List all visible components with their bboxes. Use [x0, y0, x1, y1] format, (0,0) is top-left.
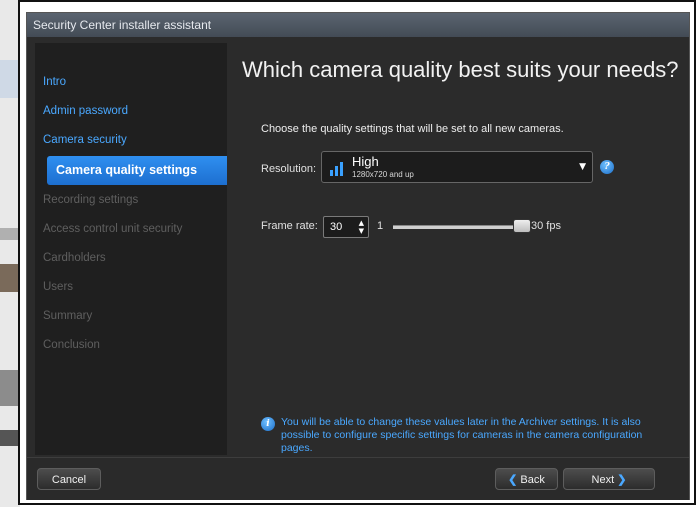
chevron-down-icon: ▼ — [579, 162, 586, 172]
chevron-right-icon: ❯ — [617, 474, 627, 486]
resolution-subtext: 1280x720 and up — [352, 170, 414, 179]
background-app-strip — [0, 0, 20, 507]
window-title: Security Center installer assistant — [27, 13, 689, 37]
nav-item-users: Users — [43, 281, 74, 293]
help-icon[interactable]: ? — [600, 160, 614, 174]
info-icon: i — [261, 417, 275, 431]
slider-thumb[interactable] — [513, 219, 531, 233]
installer-dialog: Security Center installer assistant Intr… — [26, 12, 690, 500]
frame-rate-spinner[interactable]: 30 ▲ ▼ — [323, 216, 369, 238]
frame-rate-max: 30 fps — [531, 220, 561, 232]
frame-rate-label: Frame rate: — [261, 220, 318, 232]
nav-item-camera-quality-settings[interactable]: Camera quality settings — [47, 156, 257, 185]
signal-bars-icon — [330, 160, 348, 176]
wizard-steps-nav: Intro Admin password Camera security Cam… — [35, 43, 257, 455]
next-button[interactable]: Next ❯ — [563, 468, 655, 490]
nav-item-intro[interactable]: Intro — [43, 76, 66, 88]
back-button[interactable]: ❮ Back — [495, 468, 558, 490]
nav-item-summary: Summary — [43, 310, 93, 322]
frame-rate-min: 1 — [377, 220, 384, 232]
footer-bar: Cancel ❮ Back Next ❯ — [27, 457, 689, 500]
resolution-label: Resolution: — [261, 163, 317, 175]
nav-item-cardholders: Cardholders — [43, 252, 106, 264]
nav-item-admin-password[interactable]: Admin password — [43, 105, 128, 117]
page-description: Choose the quality settings that will be… — [261, 123, 564, 135]
nav-item-camera-security[interactable]: Camera security — [43, 134, 127, 146]
page-title: Which camera quality best suits your nee… — [242, 57, 679, 82]
nav-item-recording-settings: Recording settings — [43, 194, 139, 206]
main-panel: Which camera quality best suits your nee… — [227, 43, 683, 455]
chevron-left-icon: ❮ — [508, 474, 518, 486]
frame-rate-slider[interactable] — [393, 225, 521, 229]
nav-item-conclusion: Conclusion — [43, 339, 100, 351]
spinner-arrows-icon[interactable]: ▲ ▼ — [359, 219, 364, 235]
back-label: Back — [520, 474, 545, 486]
next-label: Next — [591, 474, 615, 486]
frame-rate-value: 30 — [330, 221, 343, 233]
resolution-dropdown[interactable]: High 1280x720 and up ▼ — [321, 151, 593, 183]
info-note: You will be able to change these values … — [281, 416, 643, 454]
nav-item-access-control-unit-security: Access control unit security — [43, 223, 183, 235]
cancel-button[interactable]: Cancel — [37, 468, 101, 490]
resolution-value: High — [352, 154, 379, 169]
